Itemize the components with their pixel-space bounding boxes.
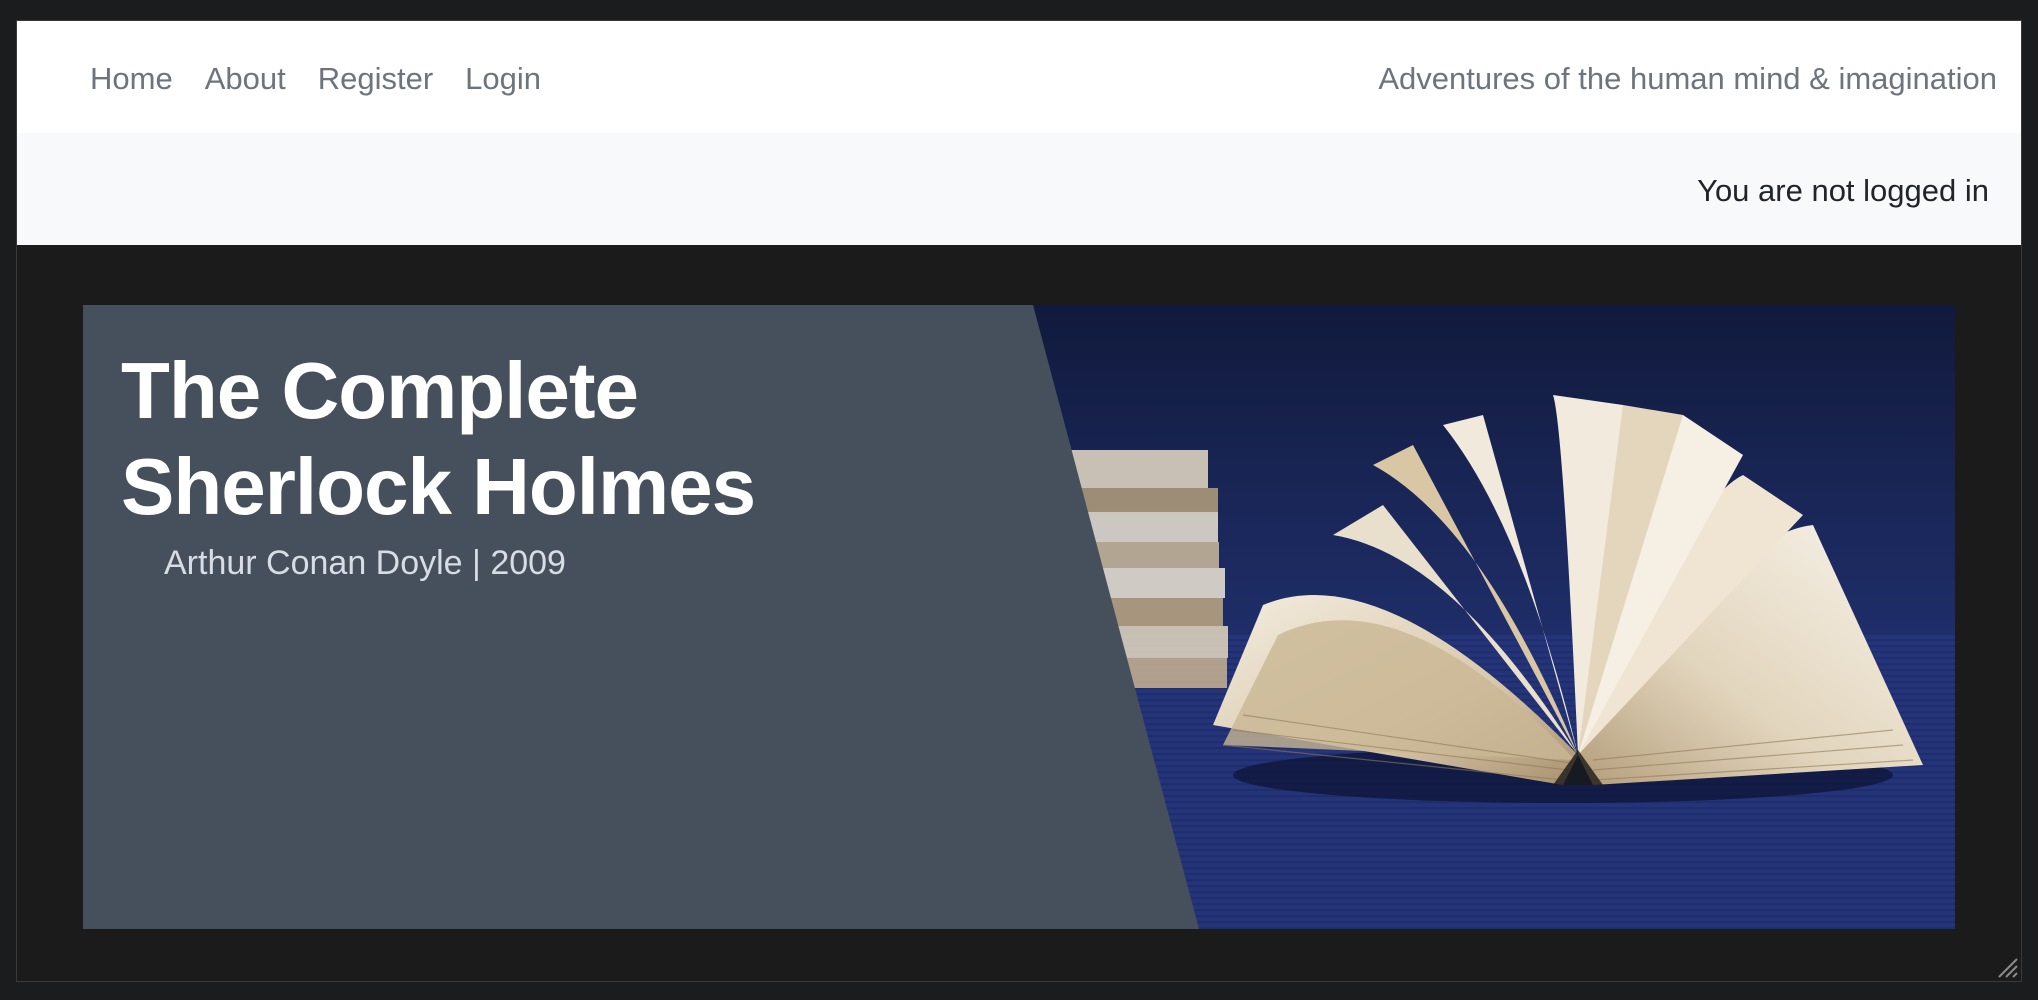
hero-banner: The Complete Sherlock Holmes Arthur Cona…: [83, 305, 1955, 929]
resize-grip-icon[interactable]: [1993, 953, 2019, 979]
login-status-bar: You are not logged in: [17, 133, 2021, 245]
nav-link-login[interactable]: Login: [449, 57, 557, 101]
nav-links: Home About Register Login: [74, 57, 557, 101]
nav-link-register[interactable]: Register: [302, 57, 449, 101]
nav-link-home[interactable]: Home: [74, 57, 189, 101]
browser-viewport: Home About Register Login Adventures of …: [16, 20, 2022, 982]
site-tagline: Adventures of the human mind & imaginati…: [1378, 61, 1997, 96]
nav-link-about[interactable]: About: [189, 57, 302, 101]
book-author-year: Arthur Conan Doyle | 2009: [164, 544, 566, 582]
book-title: The Complete Sherlock Holmes: [121, 346, 756, 531]
top-navbar: Home About Register Login Adventures of …: [17, 21, 2021, 133]
login-status-text: You are not logged in: [1697, 173, 1989, 208]
